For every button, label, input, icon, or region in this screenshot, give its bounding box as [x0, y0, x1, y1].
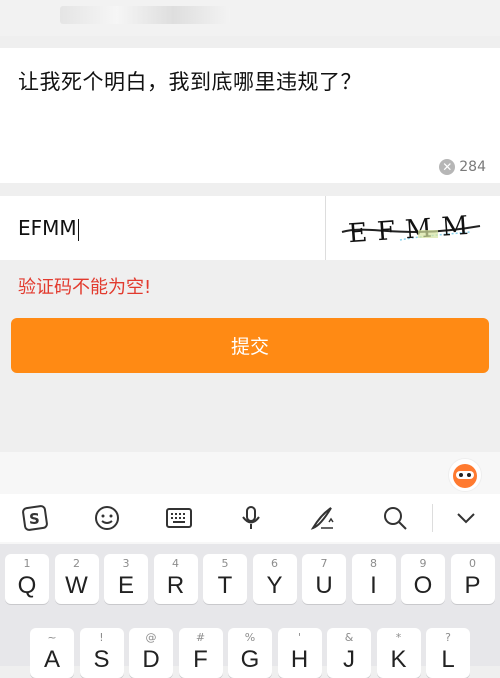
key-hint: ~	[47, 631, 57, 644]
key-label: A	[43, 646, 60, 673]
key-hint: 4	[172, 557, 179, 570]
submit-button[interactable]: 提交	[11, 318, 489, 373]
key-hint: !	[99, 631, 104, 644]
error-message: 验证码不能为空!	[18, 277, 152, 298]
captcha-image[interactable]: EFMM	[340, 206, 485, 250]
collapse-keyboard-icon[interactable]	[446, 494, 486, 542]
key-label: I	[370, 572, 377, 599]
key-label: L	[441, 646, 455, 673]
key-label: O	[413, 572, 433, 599]
key-y[interactable]: 6Y	[252, 554, 297, 604]
key-label: H	[290, 646, 309, 673]
key-d[interactable]: @ D	[129, 628, 173, 678]
report-text-area[interactable]: 让我死个明白，我到底哪里违规了？ ✕ 284	[0, 48, 500, 183]
key-hint: 9	[419, 557, 427, 570]
captcha-divider	[325, 196, 326, 260]
key-label: W	[65, 572, 88, 599]
key-label: Q	[17, 572, 37, 599]
captcha-image-text: EFMM	[347, 210, 479, 249]
key-label: J	[343, 646, 355, 673]
handwriting-icon[interactable]	[303, 494, 343, 542]
key-h[interactable]: ' H	[277, 628, 322, 678]
search-icon[interactable]	[375, 494, 415, 542]
key-hint: 0	[469, 557, 476, 570]
top-bar	[0, 0, 500, 36]
key-e[interactable]: 3E	[104, 554, 148, 604]
key-i[interactable]: 8I	[351, 554, 396, 604]
emoji-icon[interactable]	[87, 494, 127, 542]
key-hint: 7	[320, 557, 328, 570]
captcha-input[interactable]: EFMM	[18, 216, 79, 241]
key-hint: '	[297, 631, 302, 644]
key-hint: #	[195, 631, 206, 644]
sogou-logo-icon[interactable]: S	[15, 494, 55, 542]
key-k[interactable]: * K	[376, 628, 421, 678]
key-label: T	[217, 572, 233, 599]
text-caret	[77, 218, 79, 241]
key-label: S	[93, 646, 110, 673]
svg-text:S: S	[29, 510, 40, 528]
key-hint: ?	[445, 631, 451, 644]
key-p[interactable]: 0P	[450, 554, 495, 604]
key-label: E	[117, 572, 134, 599]
key-hint: *	[395, 631, 402, 644]
key-g[interactable]: % G	[228, 628, 272, 678]
char-counter: ✕ 284	[439, 159, 486, 175]
key-w[interactable]: 2W	[54, 554, 99, 604]
blurred-title	[60, 6, 230, 24]
input-method-panel: S 1 Q 2 W 3 E 4 R 5 T 6 Y 7 U 8 I 9 O 0 P ~ A! S @ D # F% G ' H & J * K? L	[0, 452, 500, 678]
key-label: R	[166, 572, 185, 599]
key-label: P	[464, 572, 481, 599]
key-hint: 1	[23, 557, 31, 570]
key-label: U	[315, 572, 333, 599]
ime-toolbar: S	[0, 494, 500, 542]
toolbar-divider	[432, 504, 433, 532]
key-q[interactable]: 1Q	[5, 554, 49, 604]
key-t[interactable]: 5T	[203, 554, 247, 604]
ime-mascot-icon[interactable]	[448, 458, 482, 492]
clear-icon[interactable]: ✕	[439, 159, 456, 175]
key-s[interactable]: ! S	[79, 628, 124, 678]
microphone-icon[interactable]	[231, 494, 271, 542]
keyboard-keys: 1 Q 2 W 3 E 4 R 5 T 6 Y 7 U 8 I 9 O 0 P ~ A! S @ D # F% G ' H & J * K? L	[0, 544, 500, 678]
captcha-row: EFMM EFMM	[0, 196, 500, 260]
key-label: K	[390, 646, 407, 673]
keyboard-icon[interactable]	[159, 494, 199, 542]
key-hint: %	[244, 631, 256, 644]
key-label: G	[240, 646, 260, 673]
key-a[interactable]: ~ A	[30, 628, 74, 678]
key-label: F	[193, 646, 208, 673]
key-r[interactable]: 4R	[153, 554, 198, 604]
remaining-count: 284	[459, 159, 486, 175]
key-hint: 6	[271, 557, 278, 570]
key-hint: 3	[122, 557, 130, 570]
key-hint: 5	[221, 557, 229, 570]
key-o[interactable]: 9O	[401, 554, 445, 604]
key-hint: @	[145, 631, 157, 644]
key-hint: &	[344, 631, 354, 644]
key-hint: 2	[73, 557, 80, 570]
key-f[interactable]: # F	[178, 628, 223, 678]
report-text[interactable]: 让我死个明白，我到底哪里违规了？	[18, 66, 362, 96]
key-l[interactable]: ? L	[426, 628, 470, 678]
key-j[interactable]: & J	[327, 628, 371, 678]
key-label: D	[142, 646, 160, 673]
key-hint: 8	[370, 557, 377, 570]
key-label: Y	[266, 572, 283, 599]
key-u[interactable]: 7U	[302, 554, 346, 604]
